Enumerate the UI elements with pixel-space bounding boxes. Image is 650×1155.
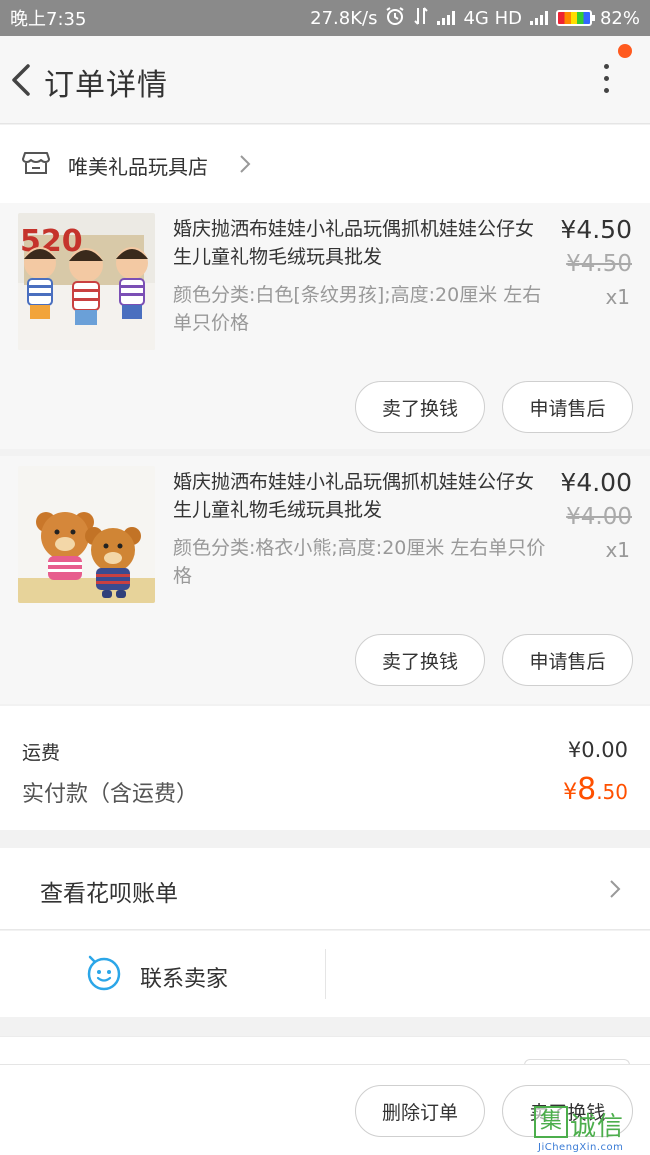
sell-for-cash-button[interactable]: 卖了换钱 bbox=[355, 381, 485, 433]
product-quantity: x1 bbox=[605, 285, 630, 309]
back-button[interactable] bbox=[8, 60, 38, 100]
status-time: 晚上7:35 bbox=[10, 9, 87, 30]
shipping-value: ¥0.00 bbox=[567, 738, 628, 762]
product-image[interactable] bbox=[18, 466, 155, 603]
product-original-price: ¥4.50 bbox=[566, 251, 632, 277]
store-icon bbox=[22, 152, 50, 174]
shipping-label: 运费 bbox=[22, 742, 61, 764]
more-menu-button[interactable] bbox=[596, 64, 616, 100]
net-speed: 27.8K/s bbox=[310, 7, 378, 29]
alarm-icon bbox=[385, 6, 405, 31]
product-title[interactable]: 婚庆抛洒布娃娃小礼品玩偶抓机娃娃公仔女生儿童礼物毛绒玩具批发 bbox=[173, 215, 545, 271]
divider bbox=[325, 949, 326, 999]
chevron-right-icon bbox=[240, 155, 251, 173]
paid-integer: 8 bbox=[577, 772, 597, 807]
huabei-bill-label: 查看花呗账单 bbox=[40, 881, 178, 907]
page-title: 订单详情 bbox=[44, 68, 168, 103]
watermark-logo: 集 诚信 JiChengXin.com bbox=[534, 1098, 650, 1155]
watermark-text: 诚信 bbox=[570, 1112, 625, 1142]
paid-label: 实付款（含运费） bbox=[22, 782, 199, 807]
battery-percent: 82% bbox=[599, 7, 640, 29]
product-image[interactable]: 520 bbox=[18, 213, 155, 350]
network-type: 4G HD bbox=[463, 7, 522, 29]
order-detail-page: 晚上7:35 27.8K/s 4G HD 82% 订单详情 唯美礼品玩具店 52… bbox=[0, 0, 650, 1155]
watermark-url: JiChengXin.com bbox=[538, 1142, 624, 1153]
chat-smile-icon bbox=[87, 955, 121, 991]
order-item[interactable]: 婚庆抛洒布娃娃小礼品玩偶抓机娃娃公仔女生儿童礼物毛绒玩具批发 颜色分类:格衣小熊… bbox=[0, 456, 650, 704]
delete-order-button[interactable]: 删除订单 bbox=[355, 1085, 485, 1137]
notification-dot bbox=[618, 44, 632, 58]
product-price: ¥4.00 bbox=[560, 468, 632, 497]
paid-amount: ¥8.50 bbox=[563, 772, 628, 807]
contact-seller-button[interactable]: 联系卖家 bbox=[140, 961, 228, 993]
signal-icon bbox=[437, 11, 456, 25]
product-title[interactable]: 婚庆抛洒布娃娃小礼品玩偶抓机娃娃公仔女生儿童礼物毛绒玩具批发 bbox=[173, 468, 545, 524]
chevron-right-icon bbox=[610, 880, 621, 898]
request-after-sales-button[interactable]: 申请售后 bbox=[502, 634, 633, 686]
request-after-sales-button[interactable]: 申请售后 bbox=[502, 381, 633, 433]
product-price: ¥4.50 bbox=[560, 215, 632, 244]
nav-header: 订单详情 bbox=[0, 36, 650, 124]
watermark-box: 集 bbox=[534, 1106, 568, 1138]
contact-row: 联系卖家 bbox=[0, 931, 650, 1017]
product-original-price: ¥4.00 bbox=[566, 504, 632, 530]
order-totals: 运费 ¥0.00 实付款（含运费） ¥8.50 bbox=[0, 706, 650, 830]
chevron-left-icon bbox=[12, 64, 30, 96]
battery-icon bbox=[555, 10, 595, 26]
signal-icon-2 bbox=[529, 11, 548, 25]
paid-decimal: .50 bbox=[596, 780, 628, 804]
product-quantity: x1 bbox=[605, 538, 630, 562]
status-right: 27.8K/s 4G HD 82% bbox=[310, 6, 640, 31]
status-bar: 晚上7:35 27.8K/s 4G HD 82% bbox=[0, 0, 650, 36]
product-spec: 颜色分类:格衣小熊;高度:20厘米 左右单只价格 bbox=[173, 537, 546, 587]
sell-for-cash-button[interactable]: 卖了换钱 bbox=[355, 634, 485, 686]
partial-section bbox=[0, 1036, 650, 1067]
data-transfer-icon bbox=[413, 6, 429, 31]
paid-currency: ¥ bbox=[563, 780, 578, 805]
huabei-bill-row[interactable]: 查看花呗账单 bbox=[0, 848, 650, 930]
product-spec: 颜色分类:白色[条纹男孩];高度:20厘米 左右单只价格 bbox=[173, 284, 542, 334]
order-item[interactable]: 520 婚庆抛洒布娃娃小礼品玩偶抓机娃娃公仔女生儿童礼物毛绒玩具批发 颜色分类:… bbox=[0, 203, 650, 449]
shop-name: 唯美礼品玩具店 bbox=[68, 155, 208, 179]
shop-row[interactable]: 唯美礼品玩具店 bbox=[0, 125, 650, 203]
